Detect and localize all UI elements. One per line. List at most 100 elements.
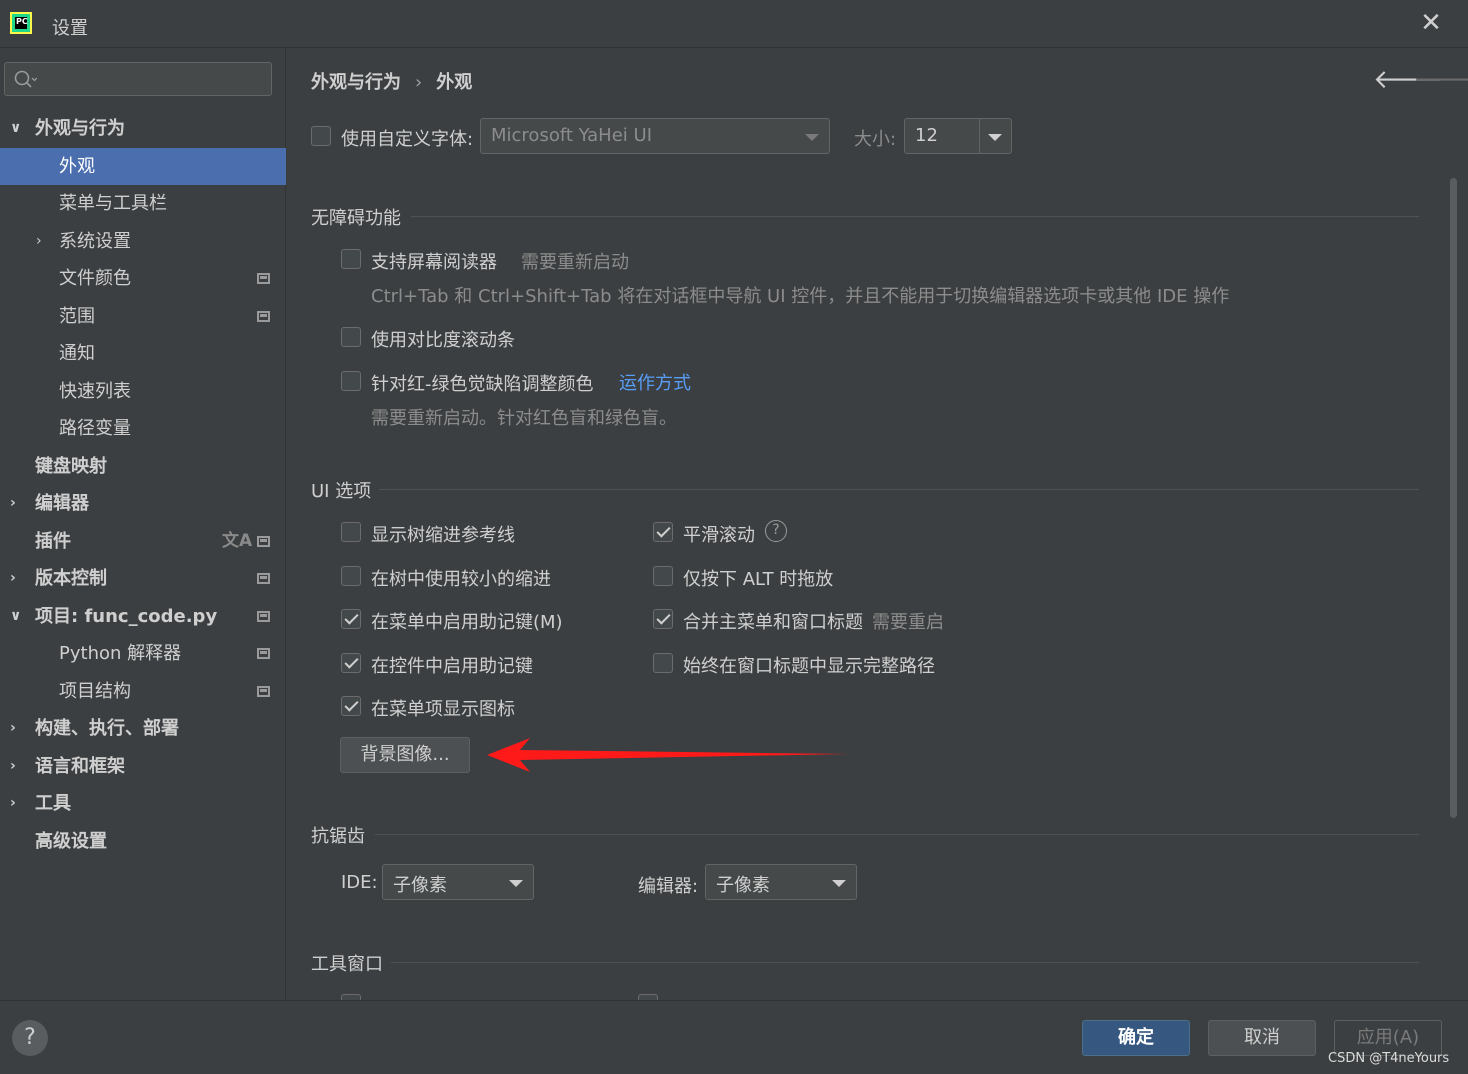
sidebar-item-tools[interactable]: › 工具 <box>0 785 286 822</box>
ide-antialiasing-value: 子像素 <box>393 875 447 896</box>
settings-content: 外观与行为 › 外观 🡐 🡒 使用自定义字体: Microsoft YaHei UI… <box>287 48 1468 1000</box>
alt-drag-checkbox[interactable] <box>653 566 673 586</box>
sidebar-item-label: 快速列表 <box>59 381 131 402</box>
sidebar-item-project[interactable]: ∨ 项目: func_code.py <box>0 598 286 635</box>
help-icon[interactable]: ? <box>765 520 787 542</box>
chevron-right-icon: › <box>36 233 42 249</box>
project-level-icon <box>257 686 270 697</box>
background-image-button[interactable]: 背景图像... <box>340 737 470 773</box>
chevron-down-icon <box>509 880 523 887</box>
section-divider <box>391 962 1419 963</box>
vertical-scrollbar[interactable] <box>1450 178 1457 818</box>
sidebar-item-label: 工具 <box>35 793 71 814</box>
smaller-indent-label: 在树中使用较小的缩进 <box>371 569 551 590</box>
sidebar-item-python-interpreter[interactable]: Python 解释器 <box>0 635 286 672</box>
section-divider <box>411 216 1419 217</box>
merge-title-checkbox[interactable] <box>653 609 673 629</box>
font-size-select[interactable]: 12 <box>904 118 1012 154</box>
sidebar-item-languages-frameworks[interactable]: › 语言和框架 <box>0 748 286 785</box>
color-deficiency-description: 需要重新启动。针对红色盲和绿色盲。 <box>371 408 677 429</box>
sidebar-item-system-settings[interactable]: › 系统设置 <box>0 223 286 260</box>
sidebar-item-advanced-settings[interactable]: 高级设置 <box>0 823 286 860</box>
custom-font-checkbox[interactable] <box>311 126 331 146</box>
ide-antialiasing-label: IDE: <box>341 872 378 893</box>
sidebar-item-editor[interactable]: › 编辑器 <box>0 485 286 522</box>
breadcrumb-parent[interactable]: 外观与行为 <box>311 72 401 93</box>
sidebar-item-label: 菜单与工具栏 <box>59 193 167 214</box>
help-button[interactable]: ? <box>12 1020 48 1056</box>
pycharm-logo-icon: PC <box>10 12 32 34</box>
sidebar-item-label: 插件 <box>35 531 71 552</box>
sidebar-item-menus-toolbars[interactable]: 菜单与工具栏 <box>0 185 286 222</box>
menu-mnemonics-checkbox[interactable] <box>341 609 361 629</box>
editor-antialiasing-select[interactable]: 子像素 <box>705 864 857 900</box>
sidebar-item-appearance-behavior[interactable]: ∨ 外观与行为 <box>0 110 286 147</box>
sidebar-item-label: 外观与行为 <box>35 118 125 139</box>
cancel-button[interactable]: 取消 <box>1208 1020 1316 1056</box>
alt-drag-label: 仅按下 ALT 时拖放 <box>683 569 834 590</box>
sidebar-item-scopes[interactable]: 范围 <box>0 298 286 335</box>
search-input[interactable] <box>4 62 272 96</box>
sidebar-item-label: 项目: func_code.py <box>35 606 218 627</box>
smooth-scroll-checkbox[interactable] <box>653 522 673 542</box>
sidebar-item-label: 项目结构 <box>59 681 131 702</box>
search-icon <box>14 70 37 88</box>
settings-sidebar: ∨ 外观与行为 外观 菜单与工具栏 › 系统设置 文件颜色 范围 通知 快速列表… <box>0 48 286 1000</box>
sidebar-item-label: 键盘映射 <box>35 456 107 477</box>
how-it-works-link[interactable]: 运作方式 <box>619 369 691 395</box>
translate-icon: 文A <box>222 531 253 551</box>
font-family-value: Microsoft YaHei UI <box>491 125 652 146</box>
smooth-scroll-label: 平滑滚动 <box>683 525 755 546</box>
screen-reader-checkbox[interactable] <box>341 249 361 269</box>
project-level-icon <box>257 311 270 322</box>
smaller-indent-checkbox[interactable] <box>341 566 361 586</box>
sidebar-item-keymap[interactable]: 键盘映射 <box>0 448 286 485</box>
sidebar-item-label: 路径变量 <box>59 418 131 439</box>
project-level-icon <box>257 573 270 584</box>
custom-font-label: 使用自定义字体: <box>341 129 474 150</box>
contrast-scrollbars-checkbox[interactable] <box>341 327 361 347</box>
sidebar-item-label: 系统设置 <box>59 231 131 252</box>
sidebar-item-notifications[interactable]: 通知 <box>0 335 286 372</box>
chevron-right-icon: › <box>10 720 16 736</box>
sidebar-item-quick-lists[interactable]: 快速列表 <box>0 373 286 410</box>
full-path-checkbox[interactable] <box>653 653 673 673</box>
sidebar-item-project-structure[interactable]: 项目结构 <box>0 673 286 710</box>
sidebar-item-label: 编辑器 <box>35 493 89 514</box>
menu-icons-label: 在菜单项显示图标 <box>371 699 515 720</box>
chevron-right-icon: › <box>10 758 16 774</box>
section-title-antialiasing: 抗锯齿 <box>311 826 365 847</box>
tree-guides-checkbox[interactable] <box>341 522 361 542</box>
combo-divider <box>979 119 980 153</box>
sidebar-item-label: 范围 <box>59 306 95 327</box>
chevron-right-icon: › <box>10 495 16 511</box>
font-family-select[interactable]: Microsoft YaHei UI <box>480 118 830 154</box>
project-level-icon <box>257 273 270 284</box>
color-deficiency-checkbox[interactable] <box>341 371 361 391</box>
sidebar-item-file-colors[interactable]: 文件颜色 <box>0 260 286 297</box>
chevron-down-icon <box>832 880 846 887</box>
ide-antialiasing-select[interactable]: 子像素 <box>382 864 534 900</box>
project-level-icon <box>257 648 270 659</box>
screen-reader-label: 支持屏幕阅读器 <box>371 252 497 273</box>
project-level-icon <box>257 536 270 547</box>
sidebar-item-version-control[interactable]: › 版本控制 <box>0 560 286 597</box>
sidebar-item-label: 构建、执行、部署 <box>35 718 179 739</box>
screen-reader-description: Ctrl+Tab 和 Ctrl+Shift+Tab 将在对话框中导航 UI 控件… <box>371 286 1230 307</box>
ok-button[interactable]: 确定 <box>1082 1020 1190 1056</box>
sidebar-item-plugins[interactable]: 插件 文A <box>0 523 286 560</box>
project-level-icon <box>257 611 270 622</box>
sidebar-item-path-variables[interactable]: 路径变量 <box>0 410 286 447</box>
close-button[interactable]: ✕ <box>1416 8 1446 38</box>
sidebar-item-appearance[interactable]: 外观 <box>0 148 286 185</box>
editor-antialiasing-label: 编辑器: <box>638 876 699 897</box>
control-mnemonics-checkbox[interactable] <box>341 653 361 673</box>
menu-icons-checkbox[interactable] <box>341 696 361 716</box>
editor-antialiasing-value: 子像素 <box>716 875 770 896</box>
sidebar-item-label: 版本控制 <box>35 568 107 589</box>
full-path-label: 始终在窗口标题中显示完整路径 <box>683 656 935 677</box>
sidebar-item-build-execution-deployment[interactable]: › 构建、执行、部署 <box>0 710 286 747</box>
breadcrumb: 外观与行为 › 外观 <box>311 68 472 94</box>
merge-title-label: 合并主菜单和窗口标题 <box>683 612 863 633</box>
chevron-down-icon <box>805 134 819 141</box>
